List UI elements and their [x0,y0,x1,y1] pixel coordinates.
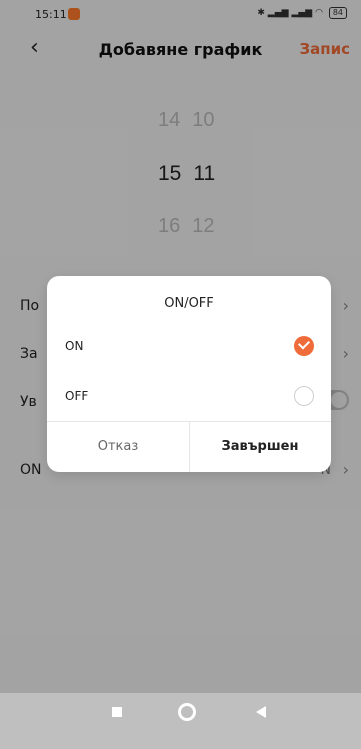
nav-bar [0,693,361,749]
option-label: OFF [65,389,89,403]
radio-checked-icon[interactable] [294,336,314,356]
option-on[interactable]: ON [47,327,331,367]
option-label: ON [65,339,84,353]
screen: 15:11 ✱ ▂▄▆ ▂▄▆ ◠ 84 ‹ Добавяне график З… [0,0,361,749]
cancel-button[interactable]: Отказ [47,421,189,472]
recent-apps-icon[interactable] [112,707,122,717]
home-icon[interactable] [178,703,196,721]
check-icon [297,337,311,350]
onoff-dialog: ON/OFF ON OFF Отказ Завършен [47,276,331,472]
option-off[interactable]: OFF [47,377,331,417]
done-button[interactable]: Завършен [189,421,331,472]
radio-unchecked-icon[interactable] [294,386,314,406]
back-nav-icon[interactable] [256,706,266,718]
dialog-title: ON/OFF [164,296,214,311]
